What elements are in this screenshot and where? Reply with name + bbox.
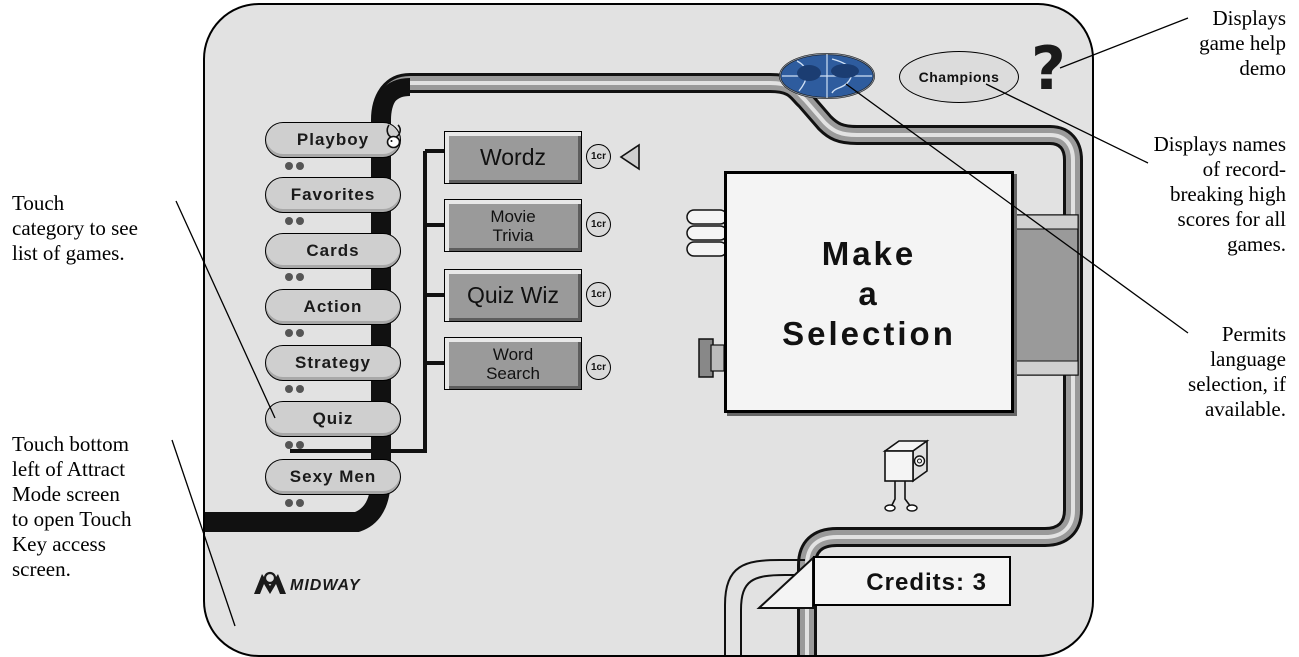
annotation-leader-lines	[171, 17, 1189, 627]
